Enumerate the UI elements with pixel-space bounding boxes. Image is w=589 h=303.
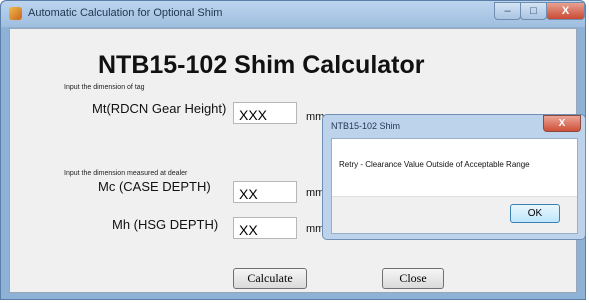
window-title: Automatic Calculation for Optional Shim	[28, 7, 223, 19]
dialog-message: Retry - Clearance Value Outside of Accep…	[339, 160, 530, 169]
dialog-footer: OK	[332, 196, 577, 233]
title-bar[interactable]: Automatic Calculation for Optional Shim …	[1, 1, 585, 27]
minimize-button[interactable]: –	[494, 2, 521, 20]
mh-input[interactable]: XX	[233, 217, 297, 239]
calculate-button[interactable]: Calculate	[233, 268, 307, 289]
close-window-button[interactable]: X	[546, 2, 585, 20]
message-dialog: NTB15-102 Shim X Retry - Clearance Value…	[322, 114, 586, 240]
close-button[interactable]: Close	[382, 268, 444, 289]
mt-label: Mt(RDCN Gear Height)	[92, 101, 227, 116]
app-icon	[9, 7, 22, 20]
ok-button[interactable]: OK	[510, 204, 560, 223]
maximize-button[interactable]: □	[520, 2, 547, 20]
form-title: NTB15-102 Shim Calculator	[98, 51, 425, 79]
dialog-close-button[interactable]: X	[543, 115, 581, 132]
mc-input[interactable]: XX	[233, 181, 297, 203]
section-label-dealer: Input the dimension measured at dealer	[64, 170, 188, 177]
mt-input[interactable]: XXX	[233, 102, 297, 124]
mh-label: Mh (HSG DEPTH)	[112, 217, 219, 232]
dialog-body: Retry - Clearance Value Outside of Accep…	[331, 138, 578, 234]
mc-label: Mc (CASE DEPTH)	[98, 179, 211, 194]
section-label-tag: Input the dimension of tag	[64, 84, 145, 91]
dialog-title: NTB15-102 Shim	[331, 121, 401, 131]
